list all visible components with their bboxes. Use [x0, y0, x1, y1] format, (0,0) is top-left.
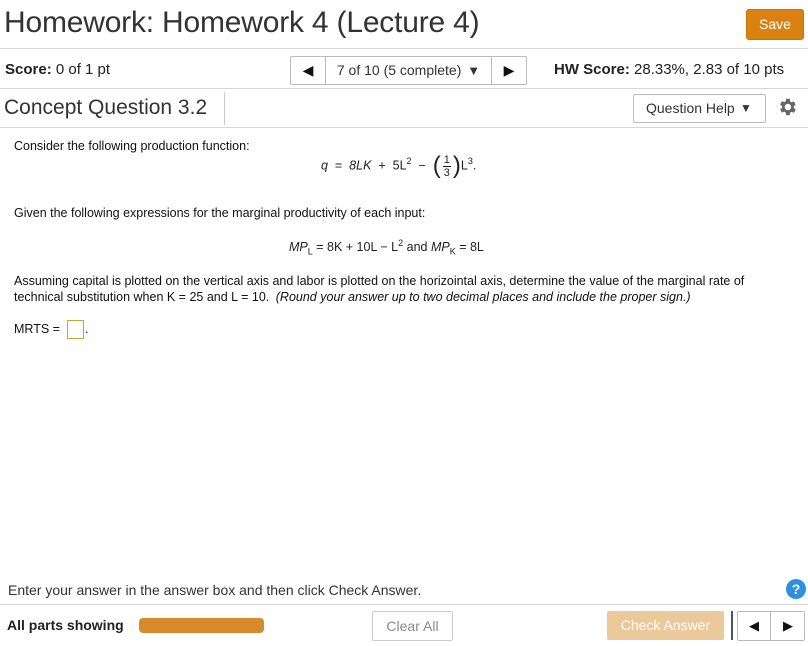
score-value: 0 of 1 pt — [55, 61, 111, 78]
question-title: Concept Question 3.2 — [4, 96, 208, 119]
check-answer-button[interactable]: Check Answer — [607, 611, 724, 640]
footer-next-button[interactable]: ▶ — [772, 612, 804, 640]
footer-divider — [0, 604, 808, 605]
all-parts-showing-label: All parts showing — [7, 617, 124, 633]
triangle-right-icon: ▶ — [783, 618, 793, 633]
mrts-label: MRTS = — [14, 322, 60, 336]
question-header-divider — [0, 127, 808, 128]
mpk-expression: = 8L — [455, 240, 484, 255]
fraction: 13 — [442, 153, 451, 179]
given-text: Given the following expressions for the … — [14, 206, 426, 220]
intro-text: Consider the following production functi… — [14, 139, 250, 153]
question-help-button[interactable]: Question Help ▼ — [633, 94, 766, 123]
fraction-denominator: 3 — [443, 166, 450, 179]
question-navigator: ◀ 7 of 10 (5 complete) ▼ ▶ — [290, 56, 527, 85]
left-paren: ( — [432, 152, 441, 179]
hw-score-label: HW Score: — [554, 61, 630, 78]
gear-icon[interactable] — [776, 96, 798, 118]
instruction-text: Enter your answer in the answer box and … — [8, 582, 422, 598]
production-function-equation: q = 8LK + 5L2 − (1 3)L3. — [321, 152, 476, 180]
caret-down-icon: ▼ — [467, 63, 481, 78]
assumption-text-line2: technical substitution when K = 25 and L… — [14, 290, 691, 304]
triangle-right-icon: ▶ — [503, 62, 515, 78]
score-label: Score: — [5, 61, 52, 78]
mrts-answer-input[interactable] — [67, 320, 84, 339]
next-question-button[interactable]: ▶ — [491, 57, 526, 84]
save-button[interactable]: Save — [746, 9, 804, 40]
eq1-plus: + — [378, 158, 386, 173]
help-icon[interactable]: ? — [786, 579, 806, 599]
rounding-note: (Round your answer up to two decimal pla… — [275, 290, 691, 304]
clear-all-button[interactable]: Clear All — [372, 611, 453, 641]
mpl-symbol: MP — [289, 240, 308, 255]
mpk-symbol: MP — [430, 240, 450, 255]
and-text: and — [403, 240, 431, 255]
header-divider — [0, 48, 808, 49]
eq1-end: . — [472, 158, 477, 173]
fraction-numerator: 1 — [442, 153, 451, 167]
score-display: Score: 0 of 1 pt — [5, 61, 110, 78]
eq1-exp2: 2 — [406, 156, 412, 167]
eq1-term2: 5L — [392, 158, 407, 173]
title-separator — [224, 92, 225, 125]
eq1-minus: − — [418, 158, 426, 173]
previous-question-button[interactable]: ◀ — [291, 57, 326, 84]
assumption-conditions: technical substitution when K = 25 and L… — [14, 290, 270, 304]
caret-down-icon: ▼ — [740, 101, 752, 115]
footer-separator — [731, 611, 733, 640]
hw-score-value: 28.33%, 2.83 of 10 pts — [634, 61, 785, 78]
mrts-period: . — [85, 322, 89, 336]
eq1-term3: L — [460, 158, 468, 173]
eq1-lhs: q — [321, 158, 328, 173]
marginal-product-equations: MPL = 8K + 10L − L2 and MPK = 8L — [289, 238, 484, 257]
mpl-expression: = 8K + 10L − L — [312, 240, 399, 255]
parts-progress-bar — [139, 618, 264, 633]
question-selector-dropdown[interactable]: 7 of 10 (5 complete) ▼ — [327, 57, 490, 84]
footer-previous-button[interactable]: ◀ — [738, 612, 771, 640]
question-help-label: Question Help — [646, 100, 735, 116]
hw-score-display: HW Score: 28.33%, 2.83 of 10 pts — [554, 61, 784, 78]
triangle-left-icon: ◀ — [749, 618, 759, 633]
right-paren: ) — [452, 152, 461, 179]
triangle-left-icon: ◀ — [302, 62, 314, 78]
page-title: Homework: Homework 4 (Lecture 4) — [4, 6, 480, 39]
assumption-text-line1: Assuming capital is plotted on the verti… — [14, 274, 745, 288]
eq1-equals: = — [334, 158, 343, 173]
eq1-term1: 8LK — [349, 158, 372, 173]
question-position-label: 7 of 10 (5 complete) — [336, 62, 462, 78]
footer-question-navigator: ◀ ▶ — [737, 611, 805, 641]
score-divider — [0, 88, 808, 89]
